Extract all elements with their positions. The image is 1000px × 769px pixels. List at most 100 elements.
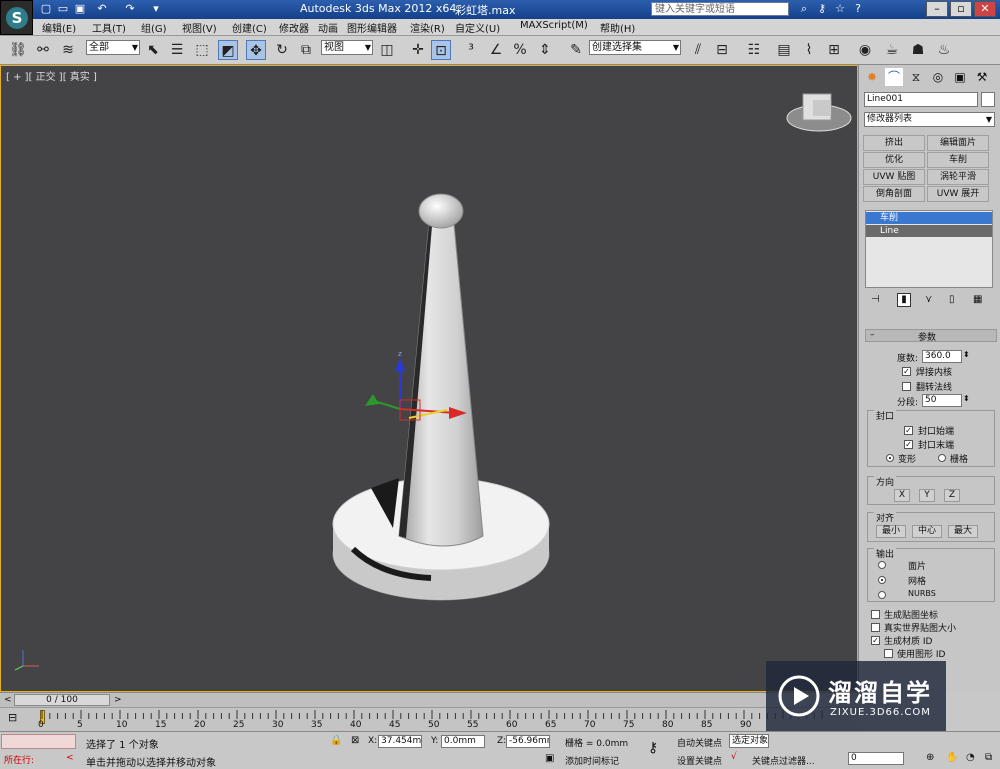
modify-tab-icon[interactable]: ⌒ — [885, 68, 903, 86]
binoculars-icon[interactable]: ⌕ — [796, 2, 812, 16]
window-crossing-icon[interactable]: ◩ — [218, 40, 238, 60]
stack-item-line[interactable]: Line — [866, 225, 992, 237]
menu-group[interactable]: 组(G) — [141, 20, 167, 35]
angle-snap-icon[interactable]: ∠ — [486, 40, 506, 60]
bind-space-warp-icon[interactable]: ≋ — [58, 40, 78, 60]
align-max-button[interactable]: 最大 — [948, 525, 978, 538]
set-key-button[interactable]: 设置关键点 — [677, 754, 722, 767]
key-icon[interactable]: ⚷ — [814, 2, 830, 16]
output-nurbs-radio[interactable] — [878, 591, 886, 599]
viewcube[interactable] — [786, 93, 852, 132]
z-coord-input[interactable]: -56.96mm — [506, 735, 550, 748]
create-tab-icon[interactable]: ✸ — [863, 68, 881, 86]
modifier-uvw-map-button[interactable]: UVW 贴图 — [863, 169, 925, 185]
menu-create[interactable]: 创建(C) — [232, 20, 267, 35]
rect-selection-icon[interactable]: ⬚ — [192, 40, 212, 60]
reference-coord-dropdown[interactable]: 视图 ▼ — [321, 40, 373, 55]
menu-customize[interactable]: 自定义(U) — [455, 20, 500, 35]
new-file-icon[interactable]: ▢ — [38, 2, 54, 16]
flip-normals-checkbox[interactable] — [902, 382, 911, 391]
maxscript-toggle-icon[interactable]: < — [66, 753, 74, 763]
align-min-button[interactable]: 最小 — [876, 525, 906, 538]
x-coord-input[interactable]: 37.454mm — [378, 735, 422, 748]
open-file-icon[interactable]: ▭ — [55, 2, 71, 16]
select-rotate-icon[interactable]: ↻ — [272, 40, 292, 60]
modifier-edit-patch-button[interactable]: 编辑面片 — [927, 135, 989, 151]
track-bar[interactable]: ⊟ 0 5 10 15 20 25 30 35 40 45 50 55 60 65 70 75 80 85 90 — [0, 707, 858, 732]
utilities-tab-icon[interactable]: ⚒ — [973, 68, 991, 86]
help-icon[interactable]: ? — [850, 2, 866, 16]
spinner-snap-icon[interactable]: ⇕ — [535, 40, 555, 60]
rendered-frame-icon[interactable]: ☗ — [908, 40, 928, 60]
menu-modifiers[interactable]: 修改器 — [279, 20, 309, 35]
menu-maxscript[interactable]: MAXScript(M) — [520, 20, 588, 31]
menu-graph-editors[interactable]: 图形编辑器 — [347, 20, 397, 35]
select-scale-icon[interactable]: ⧉ — [296, 40, 316, 60]
mirror-icon[interactable]: ⫽ — [688, 40, 708, 60]
menu-edit[interactable]: 编辑(E) — [42, 20, 76, 35]
maxscript-listener[interactable] — [1, 734, 76, 749]
zoom-extents-icon[interactable]: ⊕ — [926, 752, 934, 763]
object-name-field[interactable]: Line001 — [864, 92, 978, 107]
lock-selection-icon[interactable]: 🔒 — [330, 735, 342, 746]
make-unique-icon[interactable]: ⋎ — [925, 294, 937, 306]
degrees-input[interactable]: 360.0 — [922, 350, 962, 363]
modifier-optimize-button[interactable]: 优化 — [863, 152, 925, 168]
modifier-bevel-profile-button[interactable]: 倒角剖面 — [863, 186, 925, 202]
close-button[interactable]: ✕ — [974, 1, 996, 17]
select-move-icon[interactable]: ✥ — [246, 40, 266, 60]
menu-tools[interactable]: 工具(T) — [92, 20, 126, 35]
selected-object-dropdown[interactable]: 选定对象 — [729, 734, 769, 748]
search-input[interactable]: 键入关键字或短语 — [651, 2, 789, 16]
key-filters-button[interactable]: 关键点过滤器... — [752, 754, 815, 767]
time-slider-thumb[interactable]: 0 / 100 — [14, 694, 110, 706]
prev-frame-icon[interactable]: < — [4, 695, 12, 705]
gen-mat-ids-checkbox[interactable]: ✓ — [871, 636, 880, 645]
named-selection-dropdown[interactable]: 创建选择集 ▼ — [589, 40, 681, 55]
select-object-icon[interactable]: ⬉ — [143, 40, 163, 60]
modifier-unwrap-uvw-button[interactable]: UVW 展开 — [927, 186, 989, 202]
grid-radio[interactable] — [938, 454, 946, 462]
configure-modifier-sets-icon[interactable]: ▦ — [973, 294, 985, 306]
menu-rendering[interactable]: 渲染(R) — [410, 20, 445, 35]
schematic-view-icon[interactable]: ⊞ — [824, 40, 844, 60]
render-setup-icon[interactable]: ☕ — [882, 40, 902, 60]
output-patch-radio[interactable] — [878, 561, 886, 569]
add-time-tag[interactable]: 添加时间标记 — [565, 754, 619, 767]
stack-item-lathe[interactable]: 车削 — [866, 212, 992, 224]
cap-end-checkbox[interactable]: ✓ — [904, 440, 913, 449]
star-icon[interactable]: ☆ — [832, 2, 848, 16]
modifier-turbosmooth-button[interactable]: 涡轮平滑 — [927, 169, 989, 185]
display-tab-icon[interactable]: ▣ — [951, 68, 969, 86]
weld-core-checkbox[interactable]: ✓ — [902, 367, 911, 376]
align-center-button[interactable]: 中心 — [912, 525, 942, 538]
quick-access-dropdown-icon[interactable]: ▾ — [148, 2, 164, 16]
segments-input[interactable]: 50 — [922, 394, 962, 407]
manipulate-icon[interactable]: ✛ — [408, 40, 428, 60]
keyboard-shortcut-icon[interactable]: ⊡ — [431, 40, 451, 60]
gen-map-coords-checkbox[interactable] — [871, 610, 880, 619]
menu-animation[interactable]: 动画 — [318, 20, 338, 35]
next-frame-icon[interactable]: > — [114, 695, 122, 705]
undo-icon[interactable]: ↶ — [94, 2, 110, 16]
perspective-viewport[interactable]: [ + ][ 正交 ][ 真实 ] z — [0, 65, 858, 692]
pin-stack-icon[interactable]: ⊣ — [871, 294, 883, 306]
direction-y-button[interactable]: Y — [919, 489, 935, 502]
params-rollout-header[interactable]: – 参数 — [865, 329, 997, 343]
maximize-viewport-icon[interactable]: ⧉ — [985, 752, 992, 763]
menu-help[interactable]: 帮助(H) — [600, 20, 635, 35]
save-file-icon[interactable]: ▣ — [72, 2, 88, 16]
edit-named-selection-icon[interactable]: ✎ — [566, 40, 586, 60]
auto-key-button[interactable]: 自动关键点 — [677, 736, 722, 749]
use-shape-ids-checkbox[interactable] — [884, 649, 893, 658]
percent-snap-icon[interactable]: % — [510, 40, 530, 60]
orbit-icon[interactable]: ◔ — [966, 752, 975, 763]
modifier-extrude-button[interactable]: 挤出 — [863, 135, 925, 151]
show-end-result-icon[interactable]: ▮ — [897, 293, 911, 307]
direction-x-button[interactable]: X — [894, 489, 910, 502]
current-frame-input[interactable]: 0 — [848, 752, 904, 765]
unlink-icon[interactable]: ⚯ — [33, 40, 53, 60]
cap-start-checkbox[interactable]: ✓ — [904, 426, 913, 435]
curve-editor-icon[interactable]: ⌇ — [799, 40, 819, 60]
select-by-name-icon[interactable]: ☰ — [167, 40, 187, 60]
